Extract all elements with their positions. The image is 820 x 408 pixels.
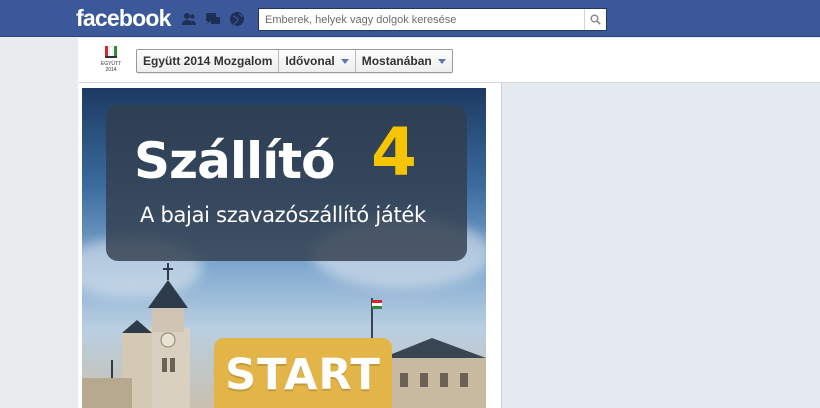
egyutt-logo-icon (105, 45, 117, 58)
search-input[interactable] (259, 9, 581, 30)
breadcrumb-recent-dropdown[interactable]: Mostanában (356, 50, 452, 72)
chevron-down-icon (340, 58, 349, 64)
breadcrumb-recent-label: Mostanában (361, 54, 432, 68)
game-canvas[interactable]: Szállító 4 A bajai szavazószállító játék… (82, 88, 486, 408)
top-navigation-bar: facebook (0, 0, 820, 37)
left-gutter (0, 38, 78, 408)
game-title: Szállító (134, 132, 336, 190)
chevron-down-icon (437, 58, 446, 64)
breadcrumb-page-name-label: Együtt 2014 Mozgalom (143, 54, 273, 68)
start-button[interactable]: START (214, 338, 392, 408)
game-title-number: 4 (371, 114, 417, 191)
page-avatar-caption: EGYÜTT 2014 (100, 61, 122, 73)
breadcrumb-timeline-dropdown[interactable]: Idővonal (279, 50, 356, 72)
breadcrumb-timeline-label: Idővonal (285, 54, 335, 68)
messages-icon[interactable] (205, 11, 221, 27)
facebook-logo[interactable]: facebook (76, 5, 171, 32)
timeline-right-column (502, 83, 820, 408)
game-subtitle: A bajai szavazószállító játék (140, 203, 426, 227)
start-button-label: START (225, 350, 381, 400)
search-button[interactable] (584, 9, 606, 30)
breadcrumb: Együtt 2014 Mozgalom Idővonal Mostanában (136, 49, 453, 73)
search-box (258, 8, 607, 31)
search-icon (590, 14, 601, 25)
globe-icon[interactable] (229, 11, 245, 27)
friends-icon[interactable] (181, 11, 197, 27)
breadcrumb-page-name[interactable]: Együtt 2014 Mozgalom (137, 50, 280, 72)
page-avatar[interactable]: EGYÜTT 2014 (95, 44, 127, 78)
